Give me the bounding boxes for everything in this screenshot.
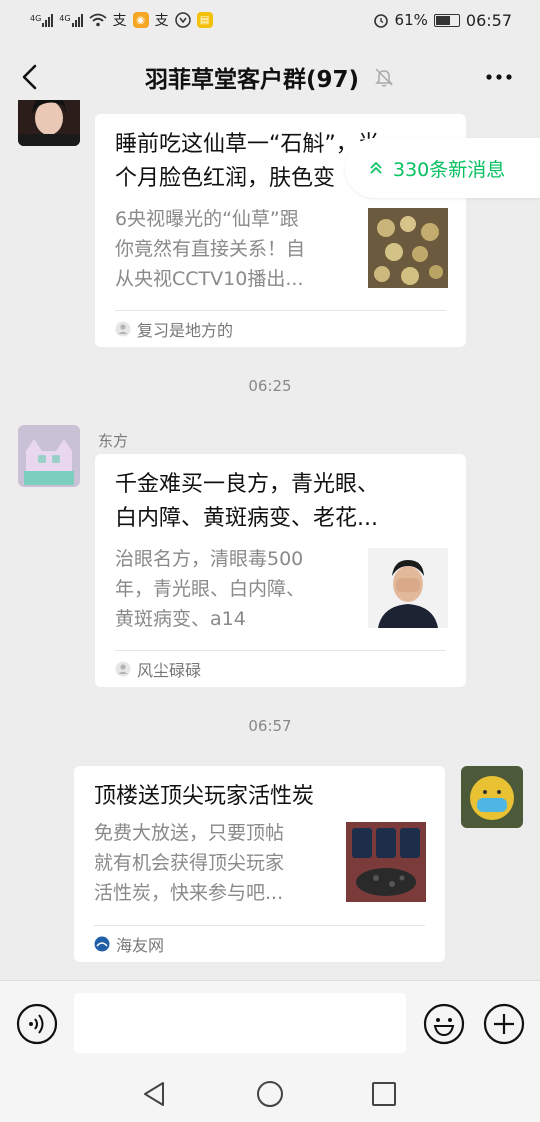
message-input[interactable] bbox=[74, 993, 406, 1053]
network-type-label-2: 4G bbox=[59, 13, 71, 23]
network-type-label: 4G bbox=[30, 13, 42, 23]
nav-home-icon[interactable] bbox=[256, 1080, 284, 1108]
avatar-photo-icon bbox=[18, 100, 80, 146]
user-icon bbox=[115, 321, 131, 336]
card-thumbnail bbox=[368, 208, 448, 288]
nav-recent-apps-icon[interactable] bbox=[371, 1081, 397, 1107]
card-source: 风尘碌碌 bbox=[137, 660, 202, 680]
signal-icon: 4G bbox=[30, 13, 54, 27]
notification-icon-4 bbox=[174, 12, 191, 28]
card-thumbnail bbox=[346, 822, 426, 902]
new-messages-label: 330条新消息 bbox=[393, 158, 506, 181]
charcoal-product-icon bbox=[346, 822, 426, 902]
card-source: 复习是地方的 bbox=[137, 320, 234, 340]
plus-icon[interactable] bbox=[483, 1003, 525, 1045]
nav-back-icon[interactable] bbox=[141, 1080, 167, 1108]
site-logo-icon bbox=[94, 936, 110, 951]
back-arrow-icon[interactable] bbox=[16, 62, 46, 92]
card-source: 海友网 bbox=[116, 935, 165, 955]
clock: 06:57 bbox=[465, 10, 512, 30]
card-desc-line: 治眼名方，清眼毒500 bbox=[115, 548, 304, 570]
notification-icon-3: 支 bbox=[154, 13, 169, 29]
card-desc-line: 活性炭，快来参与吧... bbox=[94, 882, 284, 904]
avatar[interactable] bbox=[18, 425, 80, 487]
chat-title: 羽菲草堂客户群(97) bbox=[144, 67, 360, 93]
card-title-line: 白内障、黄斑病变、老花... bbox=[115, 506, 378, 531]
user-icon bbox=[115, 661, 131, 676]
herb-image-icon bbox=[368, 208, 448, 288]
link-card[interactable]: 千金难买一良方，青光眼、 白内障、黄斑病变、老花... 治眼名方，清眼毒500 … bbox=[95, 454, 466, 687]
system-nav-bar bbox=[0, 1066, 540, 1122]
emoji-icon[interactable] bbox=[423, 1003, 465, 1045]
card-desc-line: 免费大放送，只要顶帖 bbox=[94, 822, 285, 844]
card-title-line: 千金难买一良方，青光眼、 bbox=[115, 472, 380, 497]
wifi-icon bbox=[89, 13, 107, 27]
bell-muted-icon bbox=[375, 68, 393, 87]
alarm-icon bbox=[373, 14, 388, 28]
status-bar: 4G 4G 支 ◉ 支 ▤ 61% 06:57 bbox=[0, 0, 540, 40]
person-photo-icon bbox=[368, 548, 448, 628]
card-desc-line: 年，青光眼、白内障、 bbox=[115, 578, 306, 600]
card-desc-line: 就有机会获得顶尖玩家 bbox=[94, 852, 285, 874]
link-card[interactable]: 顶楼送顶尖玩家活性炭 免费大放送，只要顶帖 就有机会获得顶尖玩家 活性炭，快来参… bbox=[74, 766, 445, 962]
card-title-line: 顶楼送顶尖玩家活性炭 bbox=[94, 784, 315, 809]
card-desc-line: 6央视曝光的“仙草”跟 bbox=[115, 208, 299, 230]
timestamp: 06:25 bbox=[248, 377, 292, 395]
signal-icon-2: 4G bbox=[59, 13, 83, 27]
status-right: 61% 06:57 bbox=[373, 11, 512, 30]
card-desc-line: 黄斑病变、a14 bbox=[115, 608, 246, 630]
voice-icon[interactable] bbox=[16, 1003, 58, 1045]
new-messages-button[interactable]: 330条新消息 bbox=[345, 138, 540, 198]
notification-icon-1: 支 bbox=[112, 13, 127, 29]
card-desc-line: 你竟然有直接关系！自 bbox=[115, 238, 306, 260]
input-bar bbox=[0, 980, 540, 1066]
notification-icon-5: ▤ bbox=[196, 12, 213, 28]
chat-area[interactable]: 睡前吃这仙草一“石斛”，半 个月脸色红润，肤色变 6央视曝光的“仙草”跟 你竟然… bbox=[0, 100, 540, 980]
avatar-masked-icon bbox=[461, 766, 523, 828]
more-dots-icon[interactable] bbox=[484, 67, 514, 87]
notification-icon-2: ◉ bbox=[132, 12, 149, 28]
card-thumbnail bbox=[368, 548, 448, 628]
sender-name: 东方 bbox=[98, 432, 129, 450]
avatar-cat-icon bbox=[18, 425, 80, 487]
status-left: 4G 4G 支 ◉ 支 ▤ bbox=[30, 10, 213, 30]
card-desc-line: 从央视CCTV10播出... bbox=[115, 268, 304, 290]
battery-percent: 61% bbox=[394, 11, 428, 29]
timestamp: 06:57 bbox=[248, 717, 292, 735]
avatar[interactable] bbox=[461, 766, 523, 828]
battery-icon bbox=[433, 13, 460, 27]
double-chevron-up-icon bbox=[370, 161, 382, 174]
avatar[interactable] bbox=[18, 100, 80, 146]
